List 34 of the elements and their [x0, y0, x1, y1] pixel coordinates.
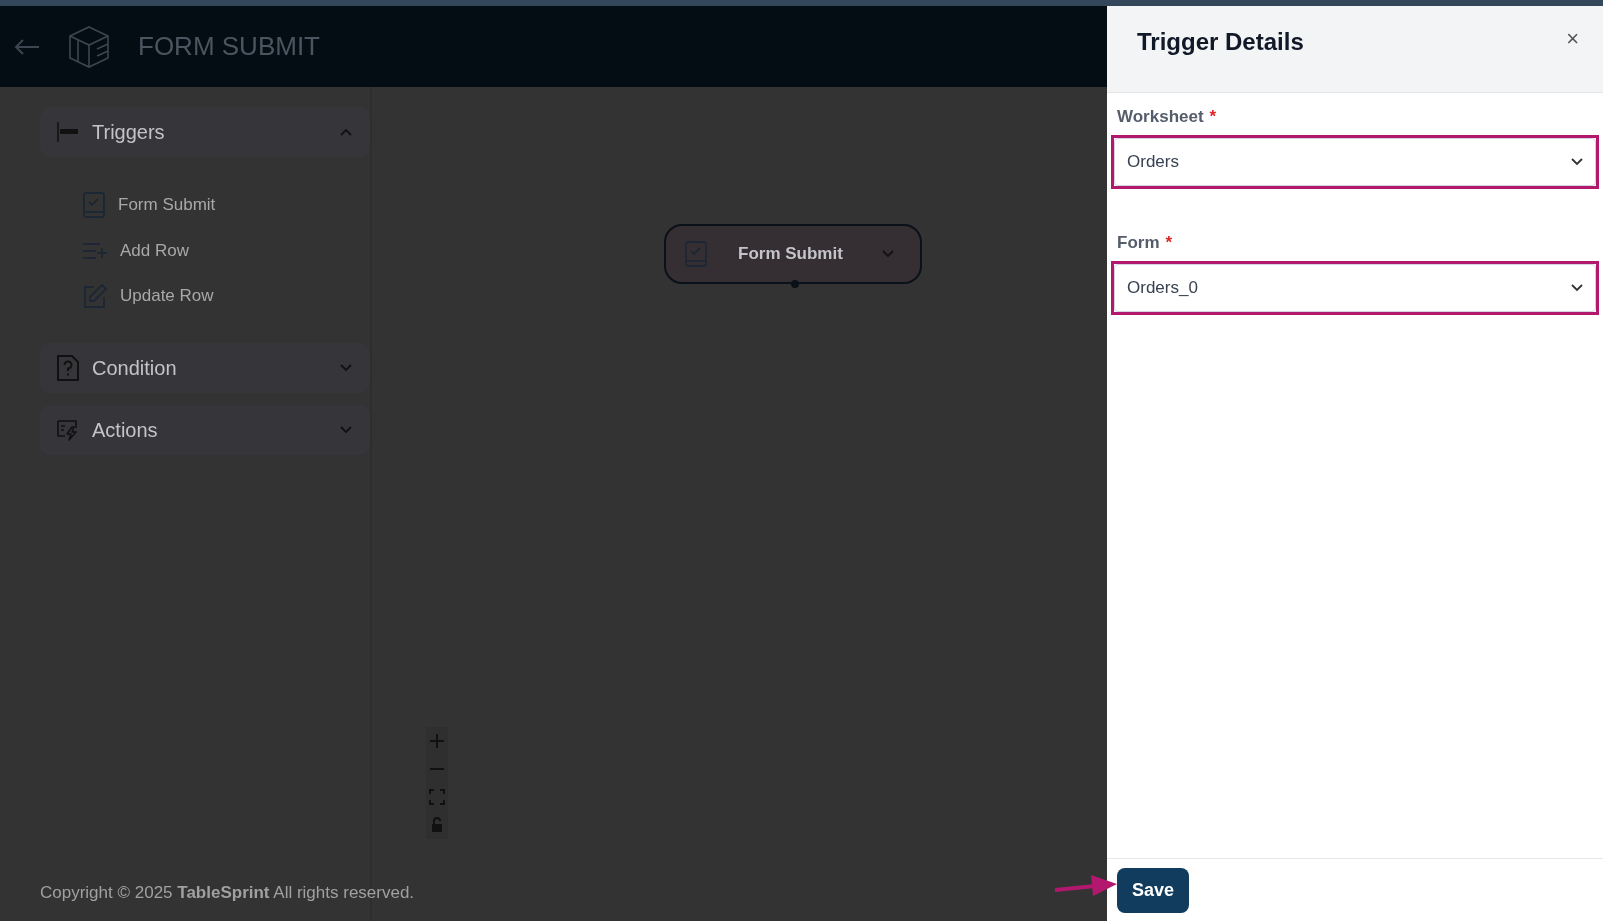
close-button[interactable]: × [1566, 28, 1579, 50]
chevron-icon [340, 128, 352, 136]
panel-title: Trigger Details [1137, 28, 1304, 56]
zoom-in-icon[interactable] [429, 733, 445, 749]
sidebar-section[interactable]: Triggers [40, 107, 370, 157]
chevron-icon [340, 364, 352, 372]
select-field[interactable]: Orders [1114, 138, 1596, 186]
select-field[interactable]: Orders_0 [1114, 264, 1596, 312]
lock-icon[interactable] [429, 817, 445, 833]
sidebar-section[interactable]: Condition [40, 343, 370, 393]
back-arrow-icon[interactable] [14, 38, 40, 55]
sidebar-item[interactable]: Form Submit [118, 195, 216, 215]
chevron-icon [1571, 284, 1583, 292]
fit-view-icon[interactable] [429, 789, 445, 805]
required-mark: * [1209, 107, 1217, 126]
lightning-icon [56, 418, 80, 442]
field-label: Form [1117, 233, 1160, 252]
sidebar-section[interactable]: Actions [40, 405, 370, 455]
page-title: FORM SUBMIT [138, 31, 320, 62]
sidebar-item[interactable]: Add Row [120, 241, 189, 261]
chevron-icon [1571, 158, 1583, 166]
trigger-icon [56, 121, 80, 143]
checklist-icon [82, 191, 106, 219]
sidebar-item[interactable]: Update Row [120, 286, 214, 306]
copyright-text: Copyright © 2025 TableSprint All rights reserved. [40, 883, 415, 903]
required-mark: * [1165, 233, 1173, 252]
field-label: Worksheet [1117, 107, 1204, 126]
save-button[interactable]: Save [1117, 867, 1189, 913]
chevron-icon [340, 426, 352, 434]
connector-handle[interactable] [791, 280, 799, 288]
cube-logo-icon [68, 24, 110, 69]
checklist-icon [684, 240, 708, 268]
chevron-icon [882, 250, 894, 258]
question-file-icon [56, 354, 80, 382]
